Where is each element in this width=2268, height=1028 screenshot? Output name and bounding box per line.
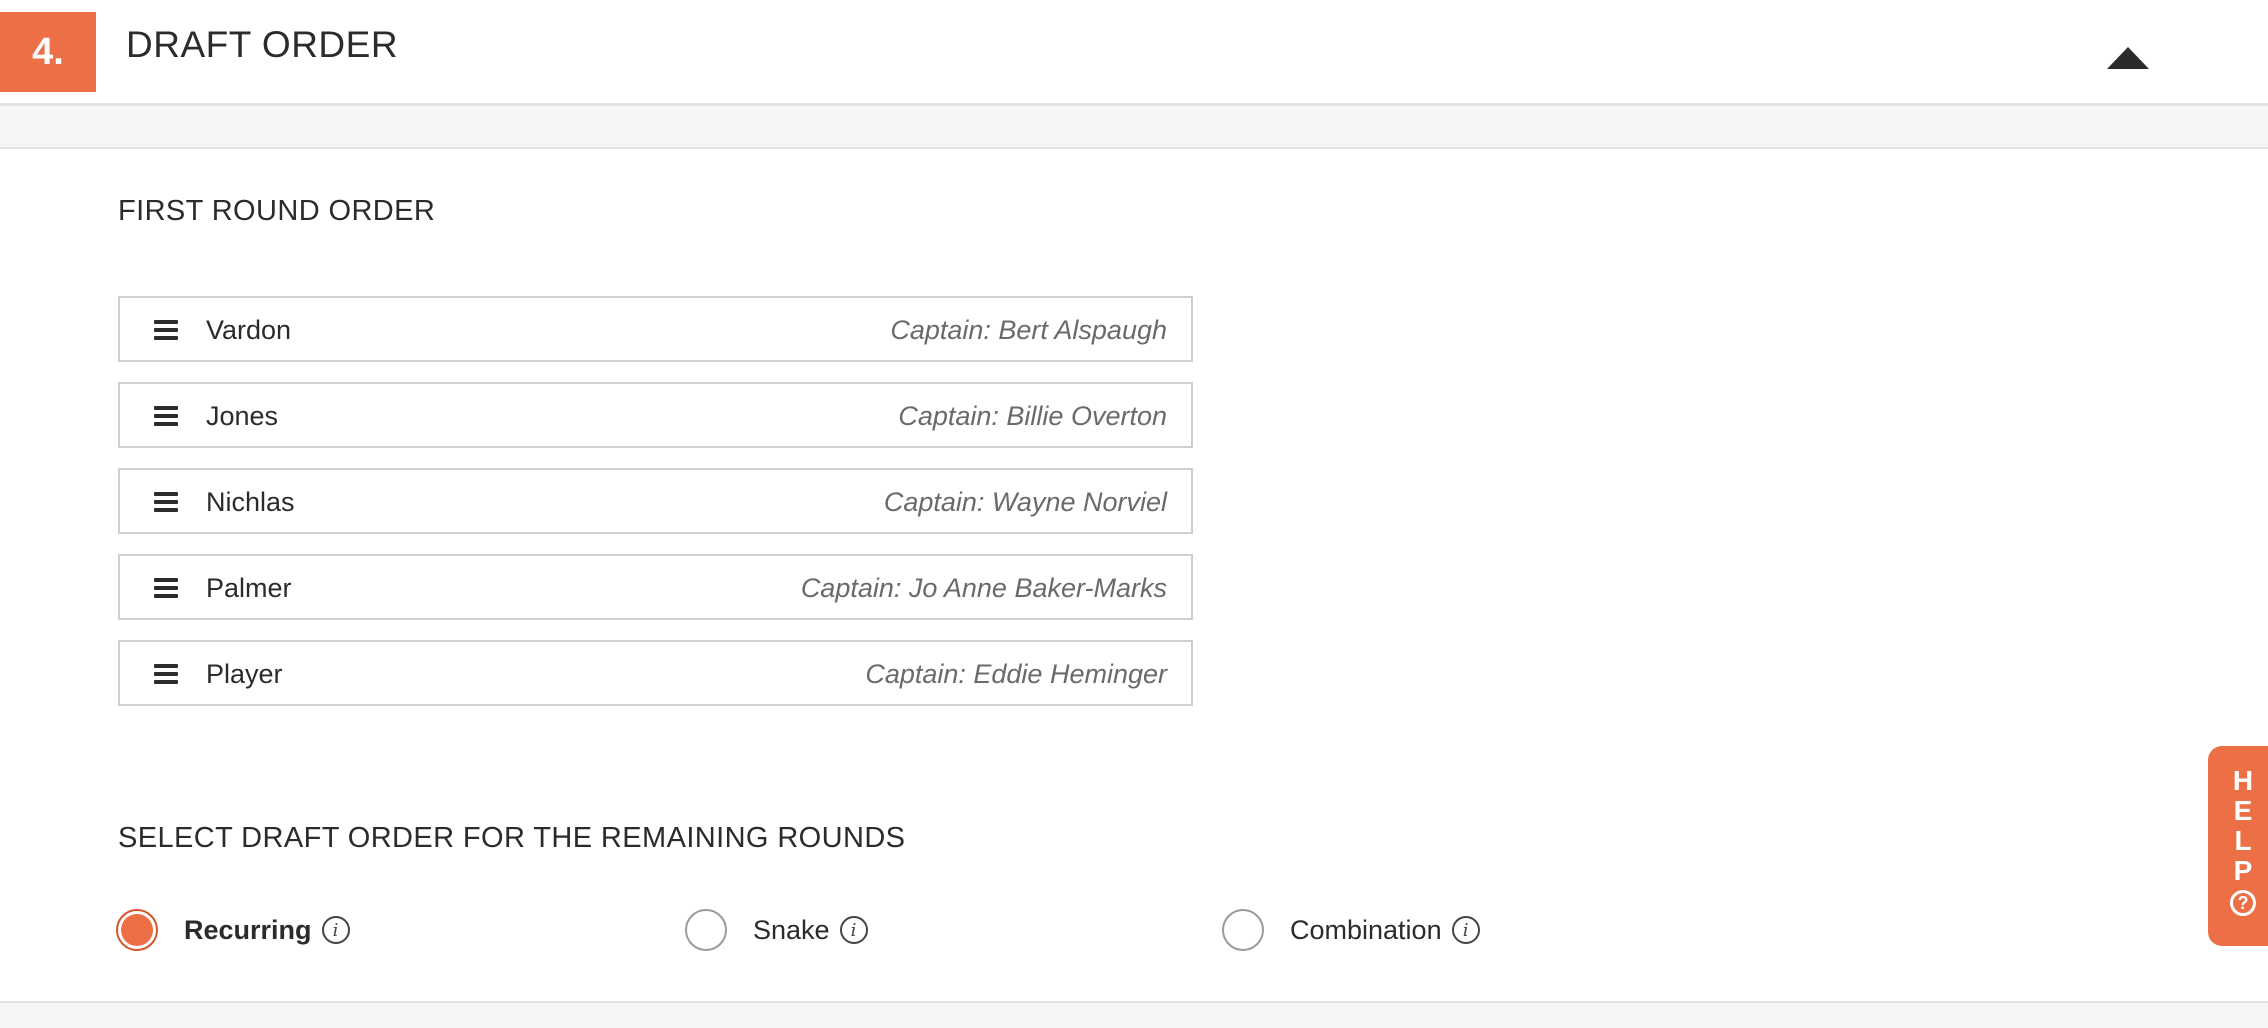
- team-row-nichlas[interactable]: Nichlas Captain: Wayne Norviel: [118, 468, 1193, 534]
- team-row-jones[interactable]: Jones Captain: Billie Overton: [118, 382, 1193, 448]
- drag-handle-icon[interactable]: [154, 578, 178, 598]
- info-icon[interactable]: i: [321, 916, 350, 944]
- team-name: Palmer: [206, 573, 292, 603]
- draft-order-page: 4. DRAFT ORDER FIRST ROUND ORDER Vardon …: [0, 0, 2268, 1028]
- radio-label-combination: Combination: [1290, 914, 1442, 945]
- first-round-heading: FIRST ROUND ORDER: [118, 195, 436, 227]
- help-tab-button[interactable]: H E L P ?: [2208, 746, 2268, 946]
- team-name: Nichlas: [206, 487, 295, 517]
- team-row-player[interactable]: Player Captain: Eddie Heminger: [118, 640, 1193, 706]
- radio-button-combination[interactable]: [1222, 909, 1264, 951]
- team-captain: Captain: Bert Alspaugh: [890, 315, 1167, 345]
- step-number-badge: 4.: [0, 12, 96, 92]
- radio-label-recurring: Recurring: [184, 914, 312, 945]
- info-icon[interactable]: i: [839, 916, 868, 944]
- team-name: Jones: [206, 401, 279, 431]
- radio-option-combination[interactable]: Combination i: [1222, 908, 1480, 952]
- team-captain: Captain: Eddie Heminger: [865, 659, 1167, 689]
- header-divider-band: [0, 106, 2268, 149]
- section-title: DRAFT ORDER: [126, 24, 399, 65]
- radio-label-snake: Snake: [753, 914, 830, 945]
- first-round-order-list: Vardon Captain: Bert Alspaugh Jones Capt…: [118, 296, 1193, 726]
- team-name: Vardon: [206, 315, 292, 345]
- help-letter: L: [2234, 825, 2252, 856]
- drag-handle-icon[interactable]: [154, 320, 178, 340]
- help-letter: E: [2233, 795, 2253, 826]
- help-letter: P: [2233, 855, 2253, 886]
- help-letter: H: [2232, 765, 2254, 796]
- radio-button-recurring[interactable]: [116, 909, 158, 951]
- draft-order-type-radio-group: Recurring i Snake i Combination i: [0, 908, 1600, 958]
- team-name: Player: [206, 659, 283, 689]
- drag-handle-icon[interactable]: [154, 664, 178, 684]
- team-captain: Captain: Billie Overton: [898, 401, 1167, 431]
- info-icon[interactable]: i: [1451, 916, 1480, 944]
- collapse-button[interactable]: [2100, 40, 2156, 76]
- section-header[interactable]: 4. DRAFT ORDER: [0, 0, 2268, 106]
- remaining-rounds-heading: SELECT DRAFT ORDER FOR THE REMAINING ROU…: [118, 822, 906, 854]
- caret-up-icon: [2107, 47, 2149, 69]
- section-bottom-divider: [0, 1001, 2268, 1028]
- drag-handle-icon[interactable]: [154, 492, 178, 512]
- radio-button-snake[interactable]: [685, 909, 727, 951]
- team-row-vardon[interactable]: Vardon Captain: Bert Alspaugh: [118, 296, 1193, 362]
- radio-option-recurring[interactable]: Recurring i: [116, 908, 350, 952]
- team-row-palmer[interactable]: Palmer Captain: Jo Anne Baker-Marks: [118, 554, 1193, 620]
- question-circle-icon: ?: [2230, 890, 2256, 916]
- radio-option-snake[interactable]: Snake i: [685, 908, 868, 952]
- team-captain: Captain: Wayne Norviel: [883, 487, 1167, 517]
- drag-handle-icon[interactable]: [154, 406, 178, 426]
- team-captain: Captain: Jo Anne Baker-Marks: [800, 573, 1167, 603]
